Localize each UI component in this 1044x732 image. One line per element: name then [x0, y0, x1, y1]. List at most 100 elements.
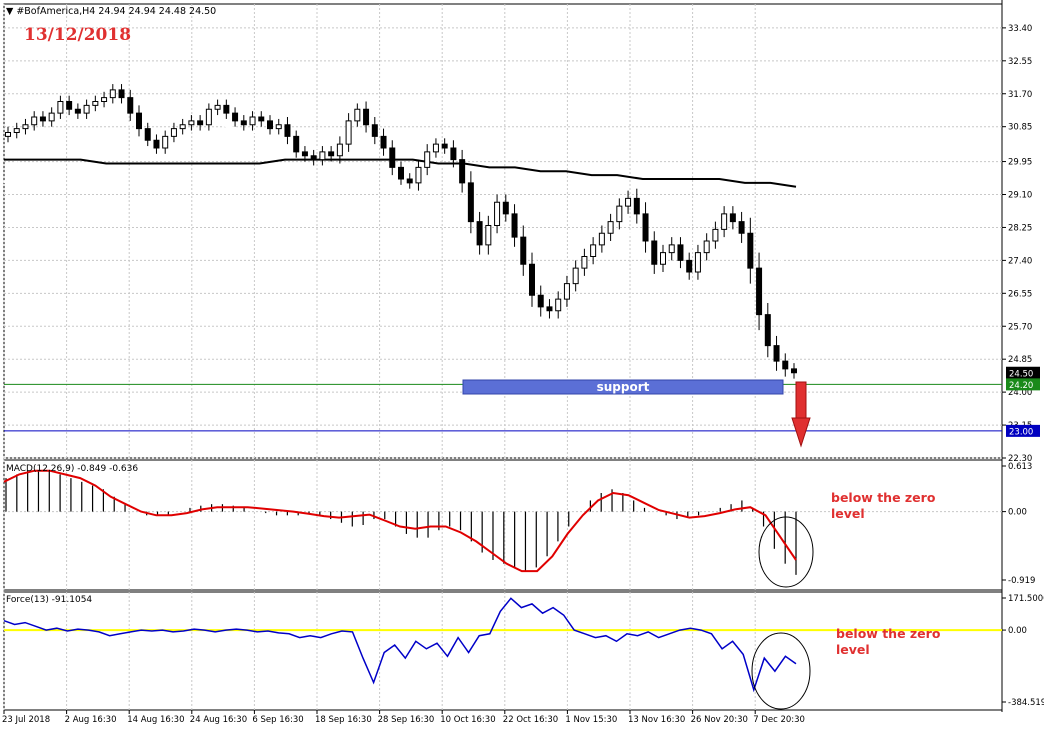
candle-body — [520, 236, 527, 265]
candle-body — [39, 116, 46, 122]
x-tick-label: 28 Sep 16:30 — [378, 715, 435, 725]
candle-body — [677, 244, 684, 261]
candle-body — [240, 120, 247, 126]
candle-body — [275, 124, 282, 130]
candle-body — [13, 128, 20, 133]
force-annotation: level — [836, 642, 870, 657]
candle-body — [738, 221, 745, 234]
candle-body — [144, 128, 151, 141]
candle-body — [721, 213, 728, 230]
chart-canvas: support below the zerolevel below the ze… — [0, 0, 1044, 728]
force-annotation: below the zero — [836, 626, 941, 641]
candle-body — [101, 97, 108, 102]
y-tick-label: 26.55 — [1008, 289, 1032, 299]
candle-body — [267, 120, 273, 130]
y-tick-label: 32.55 — [1008, 57, 1032, 67]
candle-body — [572, 267, 579, 285]
candle-body — [633, 197, 640, 215]
candle-body — [345, 120, 352, 145]
x-tick-label: 6 Sep 16:30 — [252, 715, 303, 725]
candle-body — [712, 228, 719, 242]
candle-body — [398, 166, 404, 180]
macd-title: MACD(12,26,9) -0.849 -0.636 — [6, 464, 138, 474]
candle-body — [48, 112, 55, 122]
macd-annotation: below the zero — [831, 490, 936, 505]
candle-body — [5, 132, 11, 137]
candle-body — [432, 143, 439, 153]
candle-body — [590, 244, 597, 257]
candle-body — [563, 283, 570, 300]
x-tick-label: 22 Oct 16:30 — [503, 715, 558, 725]
x-tick-label: 1 Nov 15:30 — [565, 715, 617, 725]
candle-body — [162, 135, 169, 149]
candle-body — [232, 112, 239, 122]
candle-body — [642, 213, 649, 242]
candle-body — [747, 232, 754, 269]
candle-body — [729, 213, 736, 223]
candle-body — [328, 151, 335, 157]
x-tick-label: 23 Jul 2018 — [2, 715, 50, 725]
candle-body — [668, 244, 675, 254]
candle-body — [415, 166, 422, 184]
candle-body — [258, 116, 265, 122]
candle-body — [450, 147, 457, 161]
candle-body — [686, 259, 693, 273]
candle-body — [598, 232, 605, 246]
chart-caption: ▼ #BofAmerica,H4 24.94 24.94 24.48 24.50 — [6, 6, 216, 17]
candle-body — [92, 101, 99, 106]
candle-body — [756, 267, 763, 316]
x-tick-label: 26 Nov 20:30 — [691, 715, 748, 725]
candle-body — [83, 104, 90, 114]
candle-body — [57, 101, 64, 114]
candle-body — [625, 197, 632, 207]
candle-body — [319, 151, 326, 161]
candle-body — [616, 205, 623, 223]
macd-y-tick-label: 0.00 — [1008, 508, 1027, 518]
candle-body — [791, 368, 797, 374]
last-price-tag-text: 24.50 — [1009, 369, 1033, 379]
candle-body — [581, 256, 588, 269]
candle-body — [459, 159, 466, 184]
candle-body — [380, 135, 387, 149]
support-label: support — [597, 380, 650, 394]
y-tick-label: 30.85 — [1008, 123, 1032, 133]
force-y-tick-label: 0.00 — [1008, 626, 1027, 636]
candle-body — [660, 252, 666, 265]
x-tick-label: 7 Dec 20:30 — [753, 715, 805, 725]
force-y-tick-label: -384.519 — [1008, 698, 1044, 708]
candle-body — [74, 108, 81, 114]
candle-body — [22, 124, 29, 130]
candle-body — [607, 221, 614, 234]
candle-body — [406, 178, 413, 184]
x-tick-label: 18 Sep 16:30 — [315, 715, 372, 725]
y-tick-label: 29.95 — [1008, 158, 1032, 168]
x-tick-label: 13 Nov 16:30 — [628, 715, 685, 725]
date-stamp: 13/12/2018 — [24, 25, 131, 45]
y-tick-label: 24.85 — [1008, 355, 1032, 365]
x-tick-label: 24 Aug 16:30 — [190, 715, 247, 725]
down-arrow-shaft — [795, 381, 807, 419]
candle-body — [136, 112, 142, 130]
x-tick-label: 2 Aug 16:30 — [65, 715, 117, 725]
chart-background — [0, 0, 1044, 728]
candle-body — [555, 298, 562, 312]
candle-body — [467, 182, 474, 223]
candle-body — [223, 104, 230, 114]
candle-body — [118, 89, 125, 99]
candle-body — [511, 213, 518, 238]
x-tick-label: 10 Oct 16:30 — [440, 715, 495, 725]
macd-annotation: level — [831, 506, 865, 521]
y-tick-label: 28.25 — [1008, 223, 1032, 233]
candle-body — [651, 240, 658, 265]
macd-y-tick-label: 0.613 — [1008, 462, 1032, 472]
y-tick-label: 29.10 — [1008, 191, 1032, 201]
candle-body — [354, 108, 361, 122]
candle-body — [389, 147, 396, 168]
candle-body — [179, 124, 186, 130]
candle-body — [293, 135, 300, 153]
x-tick-label: 14 Aug 16:30 — [127, 715, 184, 725]
candle-body — [31, 116, 38, 126]
candle-body — [476, 221, 483, 246]
force-y-tick-label: 171.5006 — [1008, 594, 1044, 604]
candle-body — [546, 306, 553, 312]
